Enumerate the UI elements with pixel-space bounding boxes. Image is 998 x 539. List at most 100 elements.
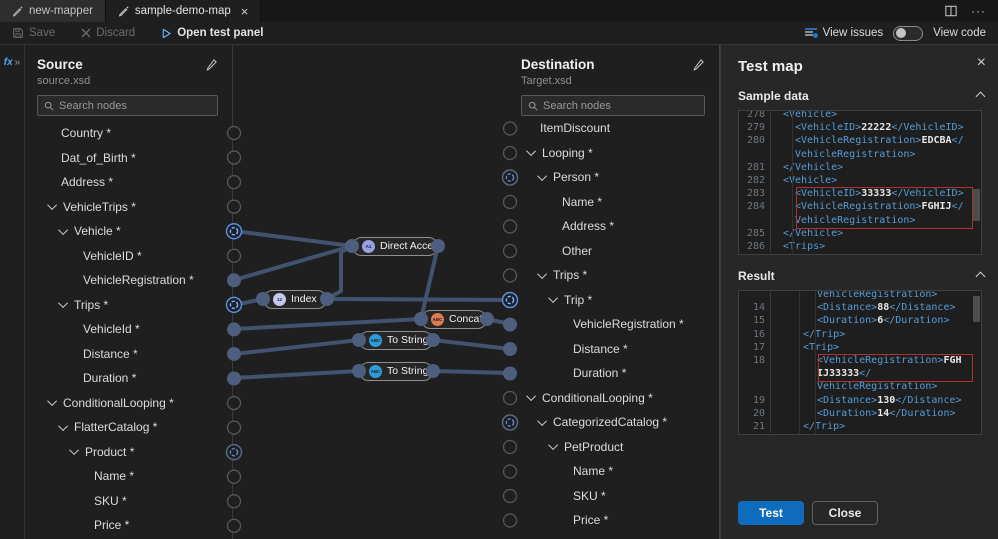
play-icon — [162, 28, 171, 38]
sample-data-section-header[interactable]: Sample data — [721, 89, 998, 103]
view-issues-button[interactable]: View issues — [804, 27, 884, 39]
view-issues-icon — [804, 28, 818, 38]
index-icon: 12 — [273, 292, 286, 306]
mapper-main: fx » Source source.xsd Country *Dat_of_B… — [0, 45, 998, 539]
code-text: <Vehicle> — [783, 174, 838, 186]
line-number: 15 — [739, 314, 771, 328]
code-text: <VehicleID>22222</VehicleID> — [795, 122, 964, 134]
collapse-chevron-icon[interactable] — [975, 271, 986, 281]
result-label: Result — [738, 269, 775, 283]
function-node-concat[interactable]: ABC Concat — [421, 309, 487, 329]
mapper-toolbar: Save Discard Open test panel View issues… — [0, 22, 998, 45]
result-section-header[interactable]: Result — [721, 269, 998, 283]
tab-new-mapper[interactable]: new-mapper — [0, 0, 106, 22]
line-number: 16 — [739, 327, 771, 341]
view-issues-label: View issues — [822, 27, 884, 39]
code-text: <Trip> — [803, 341, 840, 353]
line-number: 284 — [739, 200, 771, 214]
scrollbar-thumb[interactable] — [973, 189, 980, 221]
line-number: 283 — [739, 187, 771, 201]
line-number: 281 — [739, 160, 771, 174]
mapper-icon — [13, 6, 23, 17]
tab-label: sample-demo-map — [134, 5, 231, 17]
code-line: 281 </Vehicle> — [739, 160, 981, 174]
indent-guide — [799, 291, 800, 434]
line-number — [739, 380, 771, 394]
function-node-index[interactable]: 12 Index — [263, 289, 327, 309]
line-number: 286 — [739, 239, 771, 254]
line-number — [739, 213, 771, 227]
code-text: <Duration>6</Duration> — [817, 315, 950, 327]
code-line: 283 <VehicleID>33333</VehicleID> — [739, 187, 981, 201]
indent-guide — [792, 111, 793, 254]
code-text: </Vehicle> — [783, 161, 844, 173]
tab-sample-demo-map[interactable]: sample-demo-map × — [105, 0, 262, 22]
test-map-title: Test map — [738, 58, 803, 75]
result-code[interactable]: VehicleRegistration> 14 <Distance>88</Dist… — [738, 290, 982, 435]
concat-icon: ABC — [431, 312, 444, 326]
function-node-direct-access[interactable]: A1 Direct Access — [352, 236, 438, 256]
code-line: VehicleRegistration> — [739, 380, 981, 394]
direct-access-icon: A1 — [362, 239, 375, 253]
line-number: 19 — [739, 393, 771, 407]
scrollbar-thumb[interactable] — [973, 296, 980, 322]
code-text: <VehicleID>33333</VehicleID> — [795, 188, 964, 200]
line-number: 280 — [739, 134, 771, 148]
indent-guide — [815, 291, 816, 434]
function-node-to-string-1[interactable]: ABC To String — [359, 330, 433, 350]
function-label: Direct Access — [380, 240, 438, 252]
discard-icon — [81, 28, 91, 38]
line-number: 18 — [739, 353, 771, 368]
code-line: 19 <Distance>130</Distance> — [739, 393, 981, 407]
toolbar-right: View issues View code — [804, 25, 998, 41]
collapse-chevron-icon[interactable] — [975, 91, 986, 101]
code-line: IJ33333</ — [739, 367, 981, 381]
code-line: 20 <Duration>14</Duration> — [739, 406, 981, 420]
code-line: 21 </Trip> — [739, 419, 981, 434]
function-node-to-string-2[interactable]: ABC To String — [359, 361, 433, 381]
view-code-label: View code — [933, 27, 986, 39]
code-text: <VehicleRegistration>FGHIJ</ — [795, 201, 964, 213]
code-text: <Trips> — [783, 240, 826, 252]
close-button[interactable]: Close — [812, 501, 878, 525]
open-test-panel-button[interactable]: Open test panel — [161, 27, 263, 39]
split-editor-icon[interactable] — [945, 5, 957, 17]
code-text: </Trip> — [803, 328, 846, 340]
to-string-1-icon: ABC — [369, 333, 382, 347]
code-line: 280 <VehicleRegistration>EDCBA</ — [739, 134, 981, 148]
code-line: 16 </Trip> — [739, 327, 981, 341]
save-icon — [13, 28, 23, 38]
function-label: Concat — [449, 313, 483, 325]
code-line: 278 <Vehicle> — [739, 110, 981, 122]
test-button[interactable]: Test — [738, 501, 804, 525]
tab-close-icon[interactable]: × — [241, 5, 249, 18]
view-code-toggle[interactable] — [893, 25, 924, 41]
code-line: VehicleRegistration> — [739, 213, 981, 227]
code-text: </Trip> — [803, 420, 846, 432]
function-label: Index — [291, 293, 317, 305]
line-number: 285 — [739, 226, 771, 240]
line-number: 282 — [739, 173, 771, 188]
open-test-panel-label: Open test panel — [177, 27, 264, 39]
sample-data-label: Sample data — [738, 89, 809, 103]
discard-button[interactable]: Discard — [81, 27, 135, 39]
line-number: 20 — [739, 406, 771, 420]
code-line: 286 <Trips> — [739, 239, 981, 254]
code-line: 285 </Vehicle> — [739, 226, 981, 240]
save-label: Save — [29, 27, 56, 39]
close-test-panel-icon[interactable]: × — [977, 55, 986, 71]
data-mapper-window: new-mapper sample-demo-map × ··· Save Di… — [0, 0, 998, 539]
code-text: <Vehicle> — [783, 110, 838, 120]
code-text: <VehicleRegistration>EDCBA</ — [795, 135, 964, 147]
more-actions-icon[interactable]: ··· — [971, 4, 986, 18]
save-button[interactable]: Save — [12, 27, 55, 39]
line-number: 21 — [739, 419, 771, 434]
line-number: 14 — [739, 301, 771, 315]
discard-label: Discard — [96, 27, 136, 39]
code-line: VehicleRegistration> — [739, 147, 981, 161]
line-number — [739, 367, 771, 381]
mapper-icon — [119, 6, 129, 17]
tab-bar: new-mapper sample-demo-map × ··· — [0, 0, 998, 22]
sample-data-code[interactable]: 278 <Vehicle> 279 <VehicleID>22222</Vehicle… — [738, 110, 982, 255]
code-line: 14 <Distance>88</Distance> — [739, 301, 981, 315]
